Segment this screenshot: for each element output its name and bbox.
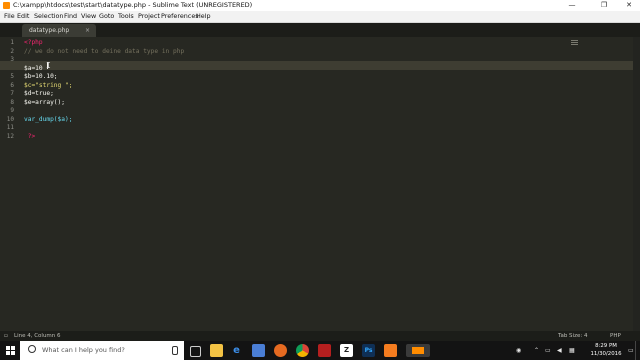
tab-close-icon[interactable]: × [85,24,90,37]
code-line: ?> [24,132,36,140]
store-icon[interactable] [252,344,265,357]
line-number: 2 [10,47,14,55]
line-number: 1 [10,39,14,46]
sublime-logo-icon [412,347,424,354]
code-editor[interactable]: <?php // we do not need to deine data ty… [24,37,564,331]
microphone-icon[interactable] [172,346,178,355]
tab-strip: datatype.php × [0,23,640,37]
menu-file[interactable]: File [4,11,15,22]
clock-time: 8:29 PM [595,343,617,349]
sublime-text-icon[interactable] [406,344,430,357]
menu-edit[interactable]: Edit [17,11,29,22]
line-number: 9 [10,107,14,114]
mouse-ibeam-icon: I [46,61,51,70]
tab-label: datatype.php [29,27,70,34]
network-icon[interactable]: ▭ [545,341,551,360]
code-line: var_dump($a); [24,115,73,123]
cortana-circle-icon [28,345,36,353]
code-line: $b=10.10; [24,73,58,80]
dreamweaver-icon[interactable]: Z [340,344,353,357]
search-prompt: What can I help you find? [42,346,125,354]
start-button[interactable] [0,341,20,360]
menu-selection[interactable]: Selection [34,11,63,22]
code-line: $c="string "; [24,81,73,89]
status-square-icon: ▫ [4,333,8,339]
menu-help[interactable]: Help [196,11,211,22]
cortana-search-box[interactable]: What can I help you find? [20,341,184,360]
cursor-position: Line 4, Column 6 [14,333,61,339]
title-bar: C:\xampp\htdocs\test\start\datatype.php … [0,0,640,11]
chrome-icon[interactable] [296,344,309,357]
xampp-icon[interactable] [384,344,397,357]
menu-preferences[interactable]: Preferences [161,11,199,22]
line-number: 12 [6,132,14,140]
code-line: <?php [24,39,43,46]
minimize-button[interactable]: — [561,0,583,11]
line-number: 5 [10,73,14,80]
line-number: 6 [10,81,14,89]
window-title: C:\xampp\htdocs\test\start\datatype.php … [13,1,253,9]
code-line: $e=array(); [24,98,65,106]
close-button[interactable]: ✕ [618,0,640,11]
menu-find[interactable]: Find [64,11,77,22]
taskbar-clock[interactable]: 8:29 PM 11/30/2016 [585,343,627,358]
line-number: 8 [10,98,14,106]
clock-date: 11/30/2016 [590,350,622,357]
line-number: 11 [6,124,14,131]
vertical-scrollbar[interactable] [633,37,640,331]
windows-logo-icon [6,346,15,355]
maximize-button[interactable]: ❐ [593,0,615,11]
menu-tools[interactable]: Tools [118,11,134,22]
menu-view[interactable]: View [81,11,96,22]
minimap[interactable] [571,40,578,46]
sublime-app-icon [3,2,10,9]
status-bar: ▫ Line 4, Column 6 Tab Size: 4 PHP [0,331,640,341]
tray-app-icon[interactable]: ◉ [516,341,521,360]
menu-project[interactable]: Project [138,11,160,22]
file-explorer-icon[interactable] [210,344,223,357]
keyboard-icon[interactable]: ▦ [569,341,575,360]
filezilla-icon[interactable] [318,344,331,357]
syntax-indicator[interactable]: PHP [610,331,621,341]
code-line: $d=true; [24,90,54,97]
menu-bar: File Edit Selection Find View Goto Tools… [0,11,640,23]
line-number-gutter: 1 2 3 4 5 6 7 8 9 10 11 12 [0,37,20,331]
task-view-icon[interactable] [190,346,201,357]
volume-icon[interactable]: ◀ [557,341,562,360]
tab-size-indicator[interactable]: Tab Size: 4 [558,331,587,341]
line-number: 10 [6,115,14,123]
firefox-icon[interactable] [274,344,287,357]
tab-datatype-php[interactable]: datatype.php × [22,24,96,37]
code-line-comment: // we do not need to deine data type in … [24,47,185,55]
taskbar: What can I help you find? e Z Ps ◉ ⌃ ▭ ◀… [0,341,640,360]
line-number: 7 [10,90,14,97]
notification-icon[interactable]: ▭ [628,341,634,360]
show-desktop-button[interactable] [635,341,640,360]
code-line: $a=10 [24,64,43,72]
edge-icon[interactable]: e [230,344,243,357]
photoshop-icon[interactable]: Ps [362,344,375,357]
tray-overflow-icon[interactable]: ⌃ [534,341,539,360]
menu-goto[interactable]: Goto [99,11,114,22]
